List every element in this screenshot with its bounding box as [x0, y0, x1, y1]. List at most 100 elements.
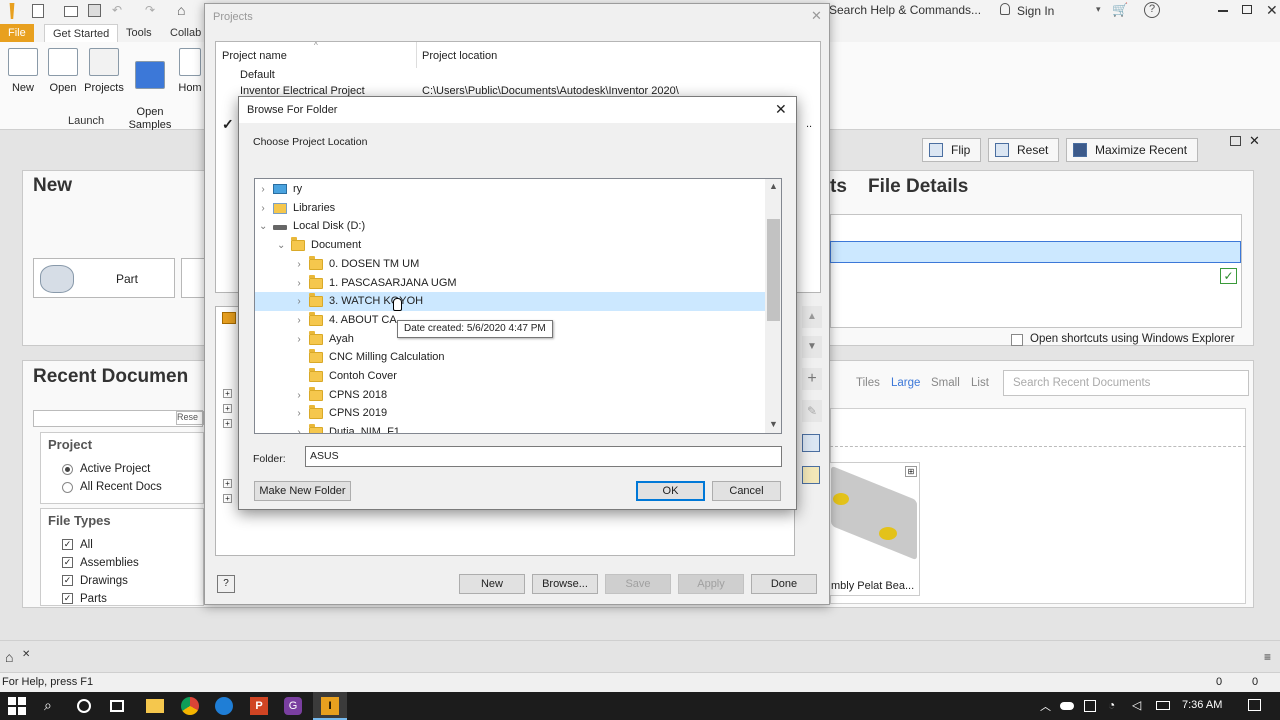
view-tiles-link[interactable]: Tiles [856, 377, 880, 389]
edit-path-icon[interactable]: ✎ [802, 400, 822, 422]
tab-tools[interactable]: Tools [118, 24, 160, 42]
projects-help-icon[interactable]: ? [217, 575, 235, 593]
task-view-icon[interactable] [110, 700, 124, 712]
tree-expander-1[interactable]: + [223, 389, 232, 398]
all-recent-radio[interactable] [62, 482, 73, 493]
collapse-arrow-icon[interactable]: ⌄ [277, 236, 285, 255]
scroll-thumb[interactable] [767, 219, 780, 321]
battery-icon[interactable] [1156, 701, 1170, 710]
browse-close-icon[interactable]: ✕ [775, 101, 787, 118]
folder-tree-item[interactable]: › 1. PASCASARJANA UGM [255, 274, 765, 293]
expand-arrow-icon[interactable]: › [295, 404, 303, 423]
home-tab-icon[interactable]: ⌂ [5, 649, 13, 665]
expand-arrow-icon[interactable]: › [295, 330, 303, 349]
dropdown-arrow-icon[interactable]: ▾ [1096, 4, 1101, 15]
network-icon[interactable] [1084, 700, 1096, 712]
move-down-icon[interactable]: ▼ [802, 336, 822, 358]
open-button[interactable]: Open [46, 48, 80, 94]
active-project-radio[interactable] [62, 464, 73, 475]
windows-start-icon[interactable] [8, 697, 26, 715]
chrome-icon[interactable] [181, 697, 199, 715]
folder-tree-item[interactable]: CNC Milling Calculation [255, 348, 765, 367]
folder-tree-item[interactable]: ⌄ Local Disk (D:) [255, 217, 765, 236]
file-type-drawings-checkbox[interactable]: ✓ [62, 575, 73, 586]
powerpoint-icon[interactable]: P [250, 697, 268, 715]
tree-expander-4[interactable]: + [223, 479, 232, 488]
expand-arrow-icon[interactable]: › [295, 423, 303, 433]
tree-expander-3[interactable]: + [223, 419, 232, 428]
edge-icon[interactable] [215, 697, 233, 715]
minimize-window-icon[interactable] [1218, 10, 1228, 12]
copy-path-icon[interactable] [802, 434, 820, 452]
ok-button[interactable]: OK [636, 481, 705, 501]
volume-icon[interactable]: ◁ [1132, 698, 1141, 712]
home-quick-icon[interactable]: ⌂ [177, 2, 185, 18]
new-quick-icon[interactable] [32, 4, 44, 18]
tab-file[interactable]: File [0, 24, 34, 42]
projects-browse-button[interactable]: Browse... [532, 574, 598, 594]
maximize-recent-button[interactable]: Maximize Recent [1066, 138, 1199, 162]
projects-save-button[interactable]: Save [605, 574, 671, 594]
undo-icon[interactable]: ↶ [112, 3, 122, 17]
view-large-link[interactable]: Large [891, 377, 920, 389]
wifi-icon[interactable]: ◔ [1108, 698, 1115, 712]
tab-menu-icon[interactable]: ≡ [1264, 650, 1271, 664]
new-part-tile[interactable]: Part [33, 258, 175, 298]
sign-in-link[interactable]: Sign In [1017, 4, 1054, 18]
projects-done-button[interactable]: Done [751, 574, 817, 594]
scroll-down-icon[interactable]: ▼ [769, 419, 778, 429]
expand-arrow-icon[interactable]: › [295, 386, 303, 405]
column-header-location[interactable]: Project location [422, 50, 497, 62]
folder-tree-item[interactable]: ⌄ Document [255, 236, 765, 255]
tab-get-started[interactable]: Get Started [44, 24, 119, 42]
folder-tree-item[interactable]: › ry [255, 180, 765, 199]
cart-icon[interactable]: 🛒 [1112, 2, 1128, 18]
collapse-arrow-icon[interactable]: ⌄ [259, 217, 267, 236]
search-icon[interactable]: ⌕ [44, 697, 62, 715]
projects-close-icon[interactable]: ✕ [811, 8, 822, 24]
tab-collaborate[interactable]: Collab [162, 24, 209, 42]
open-shortcuts-checkbox[interactable] [1011, 334, 1023, 346]
move-up-icon[interactable]: ▲ [802, 306, 822, 328]
tray-chevron-icon[interactable]: ︿ [1040, 698, 1051, 714]
projects-apply-button[interactable]: Apply [678, 574, 744, 594]
expand-arrow-icon[interactable]: › [295, 311, 303, 330]
tree-expander-2[interactable]: + [223, 404, 232, 413]
expand-arrow-icon[interactable]: › [295, 292, 303, 311]
tree-scrollbar[interactable]: ▲ ▼ [765, 179, 781, 433]
home-tab-close-icon[interactable]: ✕ [22, 649, 30, 660]
clock[interactable]: 7:36 AM [1182, 699, 1222, 711]
pin-icon[interactable]: ⊞ [905, 466, 917, 477]
redo-icon[interactable]: ↷ [145, 3, 155, 17]
selected-project-row[interactable] [830, 241, 1241, 263]
column-header-name[interactable]: Project name [222, 50, 287, 62]
app-g-icon[interactable]: G [284, 697, 302, 715]
folder-tree-item[interactable]: › CPNS 2018 [255, 386, 765, 405]
make-new-folder-button[interactable]: Make New Folder [254, 481, 351, 501]
view-small-link[interactable]: Small [931, 377, 960, 389]
cancel-button[interactable]: Cancel [712, 481, 781, 501]
file-type-parts-checkbox[interactable]: ✓ [62, 593, 73, 604]
paste-path-icon[interactable] [802, 466, 820, 484]
notifications-icon[interactable] [1248, 699, 1261, 711]
inventor-logo-icon[interactable] [9, 3, 15, 19]
file-type-assemblies-checkbox[interactable]: ✓ [62, 557, 73, 568]
folder-tree-item[interactable]: Contoh Cover [255, 367, 765, 386]
panel-close-icon[interactable]: ✕ [1249, 133, 1260, 149]
recent-file-thumbnail[interactable]: mbly Pelat Bea... ⊞ [828, 462, 920, 596]
panel-restore-icon[interactable] [1230, 136, 1241, 146]
search-recent-input[interactable]: Search Recent Documents [1003, 370, 1249, 396]
folder-tree-item[interactable]: › 0. DOSEN TM UM [255, 255, 765, 274]
reset-button[interactable]: Reset [988, 138, 1060, 162]
expand-arrow-icon[interactable]: › [295, 274, 303, 293]
onedrive-icon[interactable] [1060, 702, 1074, 710]
new-tile-2[interactable] [181, 258, 205, 298]
tree-expander-5[interactable]: + [223, 494, 232, 503]
open-quick-icon[interactable] [64, 6, 78, 17]
folder-name-input[interactable]: ASUS [305, 446, 782, 467]
project-row-default[interactable]: Default [240, 69, 275, 81]
folder-tree-item[interactable]: › Libraries [255, 199, 765, 218]
expand-arrow-icon[interactable]: › [295, 255, 303, 274]
home-button[interactable]: Hom [176, 48, 204, 94]
expand-arrow-icon[interactable]: › [259, 180, 267, 199]
